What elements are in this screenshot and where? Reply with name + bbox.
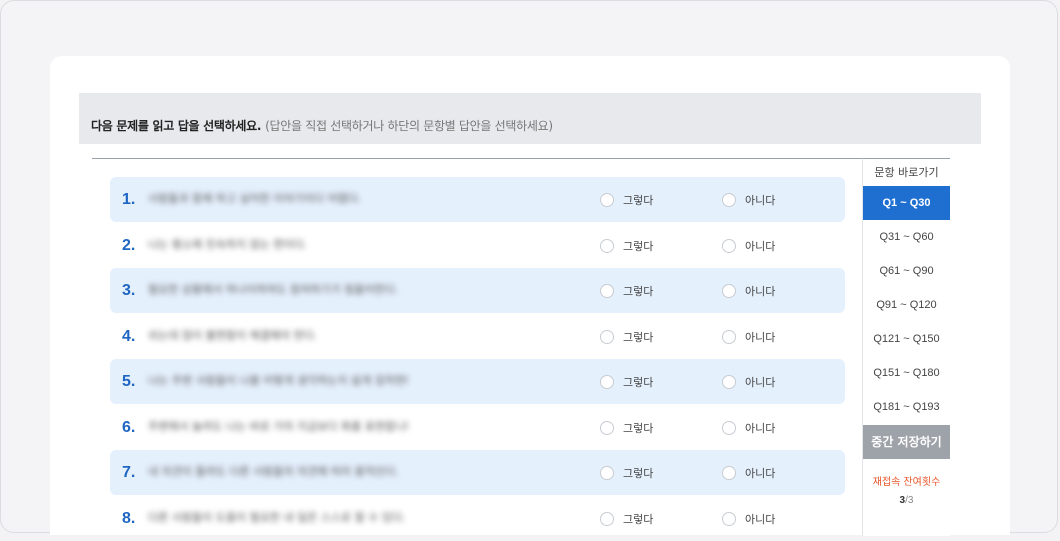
question-number: 6. [122,419,136,436]
radio-button[interactable] [600,420,614,435]
answer-option-yes[interactable]: 그렇다 [600,496,653,541]
answer-option-no[interactable]: 아니다 [722,496,775,541]
question-text: 주변에서 놀려도 나는 바로 거의 지금보다 화를 표현합니다. [148,420,408,433]
question-number: 2. [122,237,136,254]
radio-button[interactable] [600,465,614,480]
question-number: 4. [122,328,136,345]
nav-range-item[interactable]: Q91 ~ Q120 [863,288,950,322]
nav-range-item[interactable]: Q1 ~ Q30 [863,186,950,220]
answer-option-label: 아니다 [745,375,776,389]
question-row: 5. 나는 주변 사람들이 나를 어떻게 생각하는지 쉽게 짐작한다. 그렇다 아니다 [110,359,845,404]
radio-button[interactable] [722,511,736,526]
retry-remaining-count: 3/3 [863,495,950,506]
answer-option-label: 아니다 [745,512,776,526]
answer-option-yes[interactable]: 그렇다 [600,359,653,404]
instruction-sub: (답안을 직접 선택하거나 하단의 문항별 답안을 선택하세요) [265,119,553,133]
save-progress-button[interactable]: 중간 저장하기 [863,425,950,459]
nav-range-item[interactable]: Q31 ~ Q60 [863,220,950,254]
answer-option-label: 아니다 [745,193,776,207]
question-number: 5. [122,373,136,390]
nav-range-item[interactable]: Q121 ~ Q150 [863,322,950,356]
question-row: 3. 필요한 상황에서 하나이하여도 참여하기가 힘들어한다. 그렇다 아니다 [110,268,845,313]
answer-option-no[interactable]: 아니다 [722,223,775,268]
answer-option-yes[interactable]: 그렇다 [600,223,653,268]
radio-button[interactable] [722,192,736,207]
answer-option-label: 아니다 [745,421,776,435]
question-text: 쉬는데 많이 불편함이 해결해야 한다. [148,329,318,342]
navigator-title: 문항 바로가기 [874,166,939,179]
radio-button[interactable] [600,374,614,389]
question-row: 6. 주변에서 놀려도 나는 바로 거의 지금보다 화를 표현합니다. 그렇다 아니다 [110,405,845,450]
radio-button[interactable] [600,192,614,207]
answer-option-yes[interactable]: 그렇다 [600,268,653,313]
answer-option-no[interactable]: 아니다 [722,314,775,359]
question-row: 2. 나는 평소에 친숙하지 않는 편이다. 그렇다 아니다 [110,223,845,268]
answer-option-label: 아니다 [745,239,776,253]
radio-button[interactable] [600,511,614,526]
answer-option-no[interactable]: 아니다 [722,268,775,313]
question-text: 사람들과 함께 하고 싶어한 이야기이다 어렵다. [148,192,362,205]
question-number: 1. [122,191,136,208]
question-text: 다른 사람들이 도움이 필요한 내 일은 스스로 할 수 있다. [148,511,406,524]
nav-range-item[interactable]: Q61 ~ Q90 [863,254,950,288]
answer-option-yes[interactable]: 그렇다 [600,314,653,359]
radio-button[interactable] [600,283,614,298]
answer-option-no[interactable]: 아니다 [722,405,775,450]
radio-button[interactable] [722,329,736,344]
question-row: 8. 다른 사람들이 도움이 필요한 내 일은 스스로 할 수 있다. 그렇다 아니다 [110,496,845,541]
question-text: 내 의견이 틀려도 다른 사람들의 의견에 따라 움직인다. [148,465,399,478]
answer-option-label: 그렇다 [623,284,654,298]
radio-button[interactable] [722,465,736,480]
retry-remaining-label: 재접속 잔여횟수 [872,477,941,488]
radio-button[interactable] [600,238,614,253]
answer-option-label: 그렇다 [623,421,654,435]
answer-option-label: 아니다 [745,330,776,344]
answer-option-label: 그렇다 [623,193,654,207]
answer-option-no[interactable]: 아니다 [722,177,775,222]
question-list: 1. 사람들과 함께 하고 싶어한 이야기이다 어렵다. 그렇다 아니다 2. 나는 평소… [92,158,862,536]
instruction-main: 다음 문제를 읽고 답을 선택하세요. [91,119,262,133]
question-row: 1. 사람들과 함께 하고 싶어한 이야기이다 어렵다. 그렇다 아니다 [110,177,845,222]
answer-option-label: 그렇다 [623,330,654,344]
answer-option-label: 아니다 [745,284,776,298]
question-row: 7. 내 의견이 틀려도 다른 사람들의 의견에 따라 움직인다. 그렇다 아니다 [110,450,845,495]
question-row: 4. 쉬는데 많이 불편함이 해결해야 한다. 그렇다 아니다 [110,314,845,359]
radio-button[interactable] [722,420,736,435]
question-text: 나는 평소에 친숙하지 않는 편이다. [148,238,308,251]
radio-button[interactable] [722,238,736,253]
answer-option-no[interactable]: 아니다 [722,450,775,495]
question-number: 7. [122,464,136,481]
answer-option-label: 아니다 [745,466,776,480]
answer-option-label: 그렇다 [623,239,654,253]
radio-button[interactable] [722,374,736,389]
retry-total: 3 [907,495,914,506]
answer-option-no[interactable]: 아니다 [722,359,775,404]
answer-option-label: 그렇다 [623,375,654,389]
question-number: 8. [122,510,136,527]
nav-range-item[interactable]: Q151 ~ Q180 [863,356,950,390]
radio-button[interactable] [722,283,736,298]
radio-button[interactable] [600,329,614,344]
nav-range-item[interactable]: Q181 ~ Q193 [863,390,950,424]
answer-option-yes[interactable]: 그렇다 [600,450,653,495]
answer-option-yes[interactable]: 그렇다 [600,405,653,450]
question-text: 필요한 상황에서 하나이하여도 참여하기가 힘들어한다. [148,283,399,296]
instruction-bar: 다음 문제를 읽고 답을 선택하세요. (답안을 직접 선택하거나 하단의 문항… [79,93,981,144]
question-number: 3. [122,282,136,299]
question-navigator: 문항 바로가기 Q1 ~ Q30 Q31 ~ Q60 Q61 ~ Q90 Q91 ~ … [862,158,950,536]
answer-option-label: 그렇다 [623,466,654,480]
question-text: 나는 주변 사람들이 나를 어떻게 생각하는지 쉽게 짐작한다. [148,374,408,387]
answer-option-yes[interactable]: 그렇다 [600,177,653,222]
answer-option-label: 그렇다 [623,512,654,526]
